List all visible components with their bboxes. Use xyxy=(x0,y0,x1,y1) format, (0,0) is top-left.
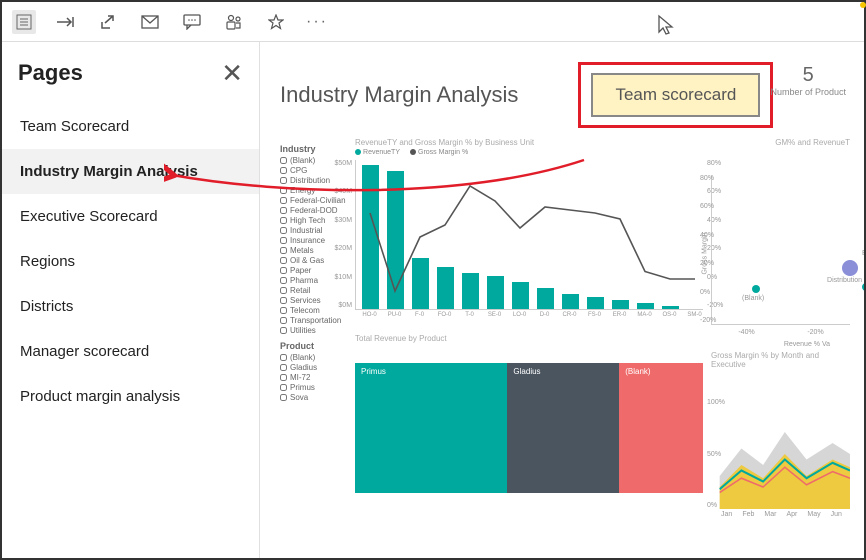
industry-filter-item[interactable]: Utilities xyxy=(280,326,347,335)
product-filter-item[interactable]: Gladius xyxy=(280,363,347,372)
product-filter-item[interactable]: Primus xyxy=(280,383,347,392)
nav-item-regions[interactable]: Regions xyxy=(2,239,259,284)
product-filter-header: Product xyxy=(280,341,347,351)
scatter-x-label: Revenue % Va xyxy=(784,341,830,348)
nav-item-team-scorecard[interactable]: Team Scorecard xyxy=(2,104,259,149)
more-button[interactable]: ··· xyxy=(306,13,328,31)
area-chart[interactable]: 100%50%0% xyxy=(711,399,850,509)
team-scorecard-button[interactable]: Team scorecard xyxy=(591,73,760,117)
nav-item-industry-margin[interactable]: Industry Margin Analysis xyxy=(2,149,259,194)
star-icon[interactable] xyxy=(264,10,288,34)
notification-dot xyxy=(860,2,866,8)
combo-chart-title: RevenueTY and Gross Margin % by Business… xyxy=(355,138,703,147)
report-title: Industry Margin Analysis xyxy=(280,82,518,108)
scatter-title: GM% and RevenueT xyxy=(711,138,850,147)
report-canvas: Industry Margin Analysis Team scorecard … xyxy=(260,42,864,558)
kpi-label: Number of Product xyxy=(770,87,846,97)
combo-chart-legend: RevenueTY Gross Margin % xyxy=(355,149,703,156)
product-filter-item[interactable]: (Blank) xyxy=(280,353,347,362)
chat-icon[interactable] xyxy=(180,10,204,34)
y-axis-left: $50M$40M$30M$20M$10M$0M xyxy=(328,160,352,309)
file-menu-button[interactable] xyxy=(12,10,36,34)
x-axis-categories: HO-0PU-0F-0FO-0T-0SE-0LO-0D-0CR-0FS-0ER-… xyxy=(361,312,703,318)
mail-icon[interactable] xyxy=(138,10,162,34)
share-icon[interactable] xyxy=(96,10,120,34)
scatter-y-label: Gross Margin xyxy=(702,232,709,274)
pages-sidebar: Pages ✕ Team Scorecard Industry Margin A… xyxy=(2,42,260,558)
area-y-axis: 100%50%0% xyxy=(707,399,725,509)
close-icon[interactable]: ✕ xyxy=(221,60,243,86)
export-icon[interactable] xyxy=(54,10,78,34)
area-x-axis: JanFebMarAprMayJun xyxy=(721,511,850,518)
industry-filter-item[interactable]: Transportation xyxy=(280,316,347,325)
nav-item-executive-scorecard[interactable]: Executive Scorecard xyxy=(2,194,259,239)
combo-chart[interactable]: $50M$40M$30M$20M$10M$0M 80%60%40%20%0%-2… xyxy=(355,160,703,310)
product-filter-item[interactable]: Sova xyxy=(280,393,347,402)
annotation-highlight-box: Team scorecard xyxy=(578,62,773,128)
scatter-chart[interactable]: 80%60%40%20%0%-20% Gross Margin (Blank) … xyxy=(711,175,850,325)
kpi-value: 5 xyxy=(770,64,846,87)
nav-item-manager-scorecard[interactable]: Manager scorecard xyxy=(2,329,259,374)
nav-item-districts[interactable]: Districts xyxy=(2,284,259,329)
sidebar-title: Pages xyxy=(18,60,83,86)
teams-icon[interactable] xyxy=(222,10,246,34)
area-chart-title: Gross Margin % by Month and Executive xyxy=(711,351,850,369)
scatter-x-axis: -40%-20% xyxy=(712,329,850,336)
kpi-card: 5 Number of Product xyxy=(770,64,846,97)
product-filter-item[interactable]: MI-72 xyxy=(280,373,347,382)
treemap-title: Total Revenue by Product xyxy=(355,334,703,343)
industry-filter-header: Industry xyxy=(280,144,347,154)
treemap-chart[interactable]: PrimusGladius(Blank) xyxy=(355,363,703,493)
nav-item-product-margin[interactable]: Product margin analysis xyxy=(2,374,259,419)
top-toolbar: ··· xyxy=(2,2,864,42)
